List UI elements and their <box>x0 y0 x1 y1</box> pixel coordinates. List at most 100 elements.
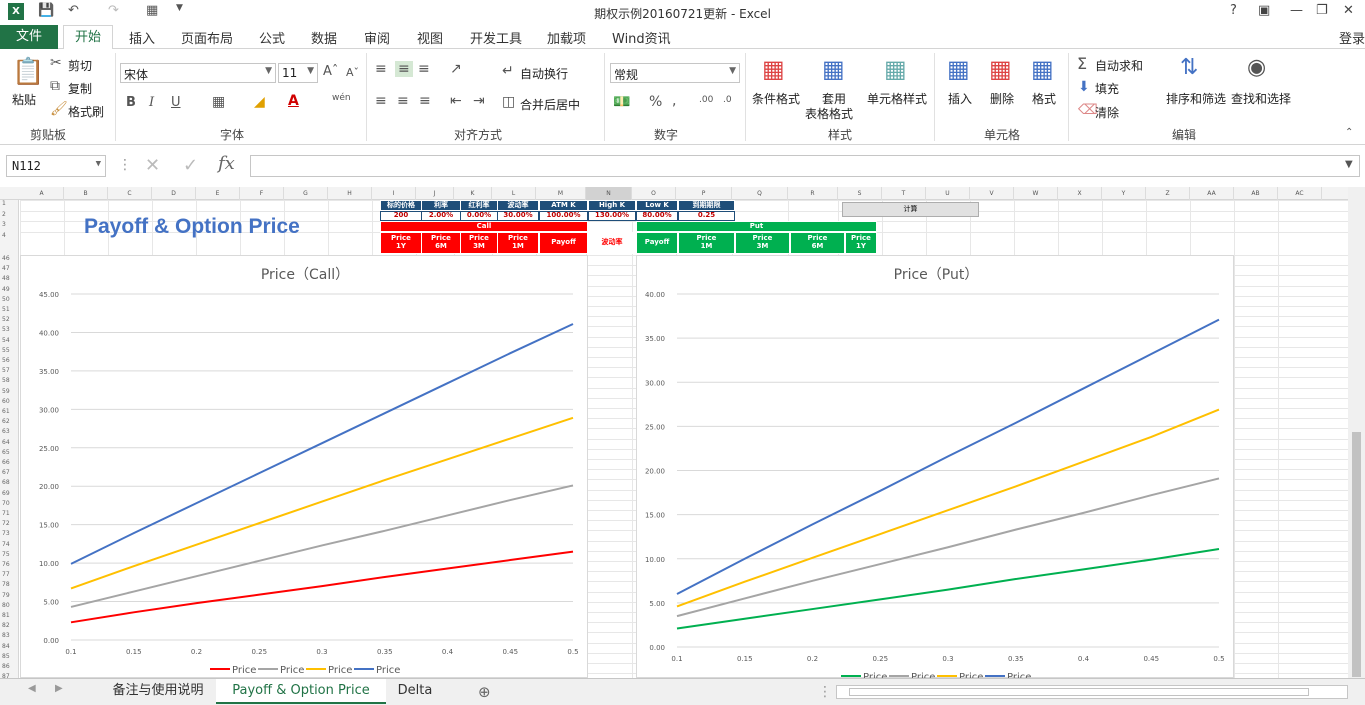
tab-developer[interactable]: 开发工具 <box>470 28 522 47</box>
autosum-button[interactable]: 自动求和 <box>1095 57 1143 74</box>
insert-cells-button[interactable]: 插入 <box>948 90 972 107</box>
fill-color-icon[interactable]: ◢ <box>254 94 265 110</box>
comma-icon[interactable]: , <box>672 93 676 109</box>
row-header[interactable]: 47 <box>0 265 18 275</box>
column-header[interactable]: N <box>586 187 632 200</box>
vertical-scrollbar[interactable] <box>1348 187 1365 678</box>
row-header[interactable]: 84 <box>0 643 18 653</box>
row-header[interactable]: 56 <box>0 357 18 367</box>
sheet-tab-payoff[interactable]: Payoff & Option Price <box>216 679 386 704</box>
paste-button[interactable]: 粘贴 <box>12 91 36 108</box>
param-header[interactable]: 标的价格 <box>380 200 422 211</box>
column-header[interactable]: I <box>372 187 416 200</box>
tab-formulas[interactable]: 公式 <box>259 28 285 47</box>
volatility-label[interactable]: 波动率 <box>588 232 636 254</box>
percent-icon[interactable]: % <box>649 94 662 110</box>
row-header[interactable]: 52 <box>0 316 18 326</box>
param-header[interactable]: High K <box>588 200 636 211</box>
restore-icon[interactable]: ❐ <box>1316 3 1328 18</box>
column-header[interactable]: AC <box>1278 187 1322 200</box>
font-name-select[interactable]: 宋体 ▼ <box>120 63 276 83</box>
column-header[interactable]: L <box>492 187 536 200</box>
help-icon[interactable]: ? <box>1230 3 1237 18</box>
tab-file[interactable]: 文件 <box>0 25 58 49</box>
column-header[interactable]: O <box>632 187 676 200</box>
row-header[interactable]: 55 <box>0 347 18 357</box>
align-middle-icon[interactable]: ≡ <box>395 61 413 77</box>
row-header[interactable]: 46 <box>0 255 18 265</box>
column-header[interactable]: M <box>536 187 586 200</box>
align-top-icon[interactable]: ≡ <box>375 61 387 77</box>
row-header[interactable]: 78 <box>0 581 18 591</box>
tab-home[interactable]: 开始 <box>63 25 113 50</box>
column-header[interactable]: AA <box>1190 187 1234 200</box>
column-header[interactable]: G <box>284 187 328 200</box>
column-header[interactable]: E <box>196 187 240 200</box>
bold-button[interactable]: B <box>126 95 136 110</box>
decrease-decimal-icon[interactable]: .0 <box>723 95 732 105</box>
call-chart[interactable]: Price（Call） 0.00 5.00 10.00 15.00 20.00 25.00 3… <box>20 255 588 678</box>
tab-view[interactable]: 视图 <box>417 28 443 47</box>
decrease-indent-icon[interactable]: ⇤ <box>450 93 462 109</box>
font-size-select[interactable]: 11 ▼ <box>278 63 318 83</box>
row-header[interactable]: 83 <box>0 632 18 642</box>
align-left-icon[interactable]: ≡ <box>375 93 387 109</box>
paste-icon[interactable]: 📋 <box>12 57 44 87</box>
horizontal-scrollbar[interactable] <box>836 685 1348 699</box>
name-box[interactable]: N112 ▼ <box>6 155 106 177</box>
param-value[interactable]: 2.00% <box>421 211 461 221</box>
row-header[interactable]: 75 <box>0 551 18 561</box>
row-header[interactable]: 57 <box>0 367 18 377</box>
signin-link[interactable]: 登录 <box>1339 28 1365 47</box>
clear-button[interactable]: 清除 <box>1095 104 1119 121</box>
row-header[interactable]: 48 <box>0 275 18 285</box>
param-value[interactable]: 130.00% <box>588 211 636 221</box>
param-value[interactable]: 0.00% <box>460 211 498 221</box>
put-header[interactable]: Price 6M <box>790 232 845 254</box>
format-cells-button[interactable]: 格式 <box>1032 90 1056 107</box>
column-header[interactable]: K <box>454 187 492 200</box>
row-header[interactable]: 53 <box>0 326 18 336</box>
column-header[interactable]: U <box>926 187 970 200</box>
tab-page-layout[interactable]: 页面布局 <box>181 28 233 47</box>
column-header[interactable]: P <box>676 187 732 200</box>
param-value[interactable]: 100.00% <box>539 211 588 221</box>
call-header[interactable]: Price 3M <box>460 232 498 254</box>
call-label[interactable]: Call <box>380 221 588 232</box>
row-header[interactable]: 50 <box>0 296 18 306</box>
param-header[interactable]: 波动率 <box>497 200 539 211</box>
column-header[interactable]: Z <box>1146 187 1190 200</box>
call-header[interactable]: Price 1M <box>497 232 539 254</box>
formula-input[interactable] <box>250 155 1360 177</box>
row-header[interactable]: 72 <box>0 520 18 530</box>
column-header[interactable]: D <box>152 187 196 200</box>
put-header[interactable]: Price 1Y <box>845 232 877 254</box>
fill-button[interactable]: 填充 <box>1095 80 1119 97</box>
row-header[interactable]: 68 <box>0 479 18 489</box>
tab-addins[interactable]: 加载项 <box>547 28 586 47</box>
row-header[interactable]: 63 <box>0 428 18 438</box>
close-icon[interactable]: ✕ <box>1343 3 1354 18</box>
column-header[interactable]: B <box>64 187 108 200</box>
param-header[interactable]: Low K <box>636 200 678 211</box>
param-value[interactable]: 80.00% <box>636 211 678 221</box>
increase-indent-icon[interactable]: ⇥ <box>473 93 485 109</box>
column-header[interactable]: A <box>20 187 64 200</box>
tab-insert[interactable]: 插入 <box>129 28 155 47</box>
row-header[interactable]: 71 <box>0 510 18 520</box>
next-sheet-icon[interactable]: ▶ <box>55 683 63 694</box>
column-header[interactable]: X <box>1058 187 1102 200</box>
row-header[interactable]: 4 <box>0 232 18 242</box>
call-header[interactable]: Price 1Y <box>380 232 422 254</box>
collapse-ribbon-icon[interactable]: ⌃ <box>1345 127 1353 138</box>
row-header[interactable]: 70 <box>0 500 18 510</box>
row-header[interactable]: 82 <box>0 622 18 632</box>
tab-data[interactable]: 数据 <box>311 28 337 47</box>
sheet-tab-notes[interactable]: 备注与使用说明 <box>101 679 215 704</box>
row-header[interactable]: 2 <box>0 211 18 221</box>
param-header[interactable]: 到期期限 <box>678 200 735 211</box>
column-header[interactable]: S <box>838 187 882 200</box>
put-header[interactable]: Payoff <box>636 232 678 254</box>
merge-center-button[interactable]: 合并后居中 <box>520 96 580 113</box>
align-right-icon[interactable]: ≡ <box>419 93 431 109</box>
